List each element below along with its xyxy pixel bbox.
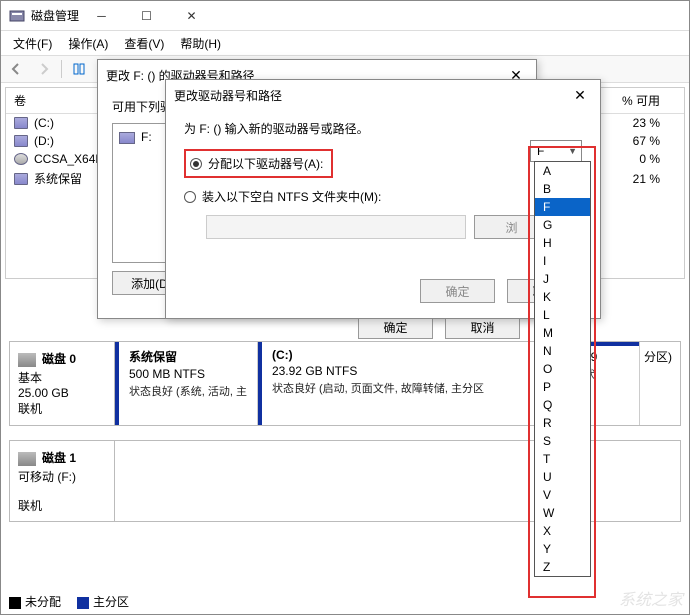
legend-swatch-primary [77, 597, 89, 609]
dropdown-item-O[interactable]: O [535, 360, 590, 378]
dropdown-item-B[interactable]: B [535, 180, 590, 198]
maximize-button[interactable]: ☐ [124, 1, 169, 30]
refresh-icon[interactable] [68, 58, 90, 80]
menu-view[interactable]: 查看(V) [118, 33, 170, 54]
dialog2-ok-button[interactable]: 确定 [420, 279, 495, 303]
dropdown-item-T[interactable]: T [535, 450, 590, 468]
dropdown-item-M[interactable]: M [535, 324, 590, 342]
watermark: 系统之家 [619, 586, 683, 610]
menubar: 文件(F) 操作(A) 查看(V) 帮助(H) [1, 31, 689, 55]
dropdown-item-Q[interactable]: Q [535, 396, 590, 414]
drive-icon [14, 117, 28, 129]
dropdown-item-U[interactable]: U [535, 468, 590, 486]
radio-assign-letter[interactable] [190, 158, 202, 170]
drive-letter-dropdown[interactable]: ABFGHIJKLMNOPQRSTUVWXYZ [534, 161, 591, 577]
dropdown-item-F[interactable]: F [535, 198, 590, 216]
partition-system-reserved[interactable]: 系统保留 500 MB NTFS 状态良好 (系统, 活动, 主 [115, 342, 258, 425]
dropdown-item-Y[interactable]: Y [535, 540, 590, 558]
partition-c[interactable]: (C:) 23.92 GB NTFS 状态良好 (启动, 页面文件, 故障转储,… [258, 342, 570, 425]
forward-button[interactable] [33, 58, 55, 80]
titlebar: 磁盘管理 ─ ☐ ✕ [1, 1, 689, 31]
menu-help[interactable]: 帮助(H) [174, 33, 227, 54]
menu-action[interactable]: 操作(A) [62, 33, 114, 54]
combo-value: F [537, 144, 544, 158]
disk-icon [18, 452, 36, 466]
drive-icon [14, 173, 28, 185]
dropdown-item-K[interactable]: K [535, 288, 590, 306]
drive-icon [14, 135, 28, 147]
disk-mgmt-icon [9, 8, 25, 24]
dropdown-item-S[interactable]: S [535, 432, 590, 450]
dropdown-item-J[interactable]: J [535, 270, 590, 288]
dropdown-item-H[interactable]: H [535, 234, 590, 252]
mount-path-input [206, 215, 466, 239]
assign-letter-highlight: 分配以下驱动器号(A): [184, 149, 333, 178]
drive-icon [119, 132, 135, 144]
back-button[interactable] [5, 58, 27, 80]
dropdown-item-L[interactable]: L [535, 306, 590, 324]
dropdown-item-G[interactable]: G [535, 216, 590, 234]
dialog2-close-icon[interactable]: ✕ [568, 87, 592, 104]
disk1-info[interactable]: 磁盘 1 可移动 (F:) 联机 [10, 441, 115, 521]
dropdown-item-P[interactable]: P [535, 378, 590, 396]
dropdown-item-I[interactable]: I [535, 252, 590, 270]
chevron-down-icon: ▼ [568, 146, 581, 156]
radio-mount-label: 装入以下空白 NTFS 文件夹中(M): [202, 188, 381, 205]
disk1-empty[interactable] [115, 441, 680, 521]
dropdown-item-X[interactable]: X [535, 522, 590, 540]
disk0-info[interactable]: 磁盘 0 基本 25.00 GB 联机 [10, 342, 115, 425]
dropdown-item-A[interactable]: A [535, 162, 590, 180]
menu-file[interactable]: 文件(F) [7, 33, 58, 54]
dialog2-title: 更改驱动器号和路径 [174, 87, 568, 104]
legend-swatch-unallocated [9, 597, 21, 609]
close-button[interactable]: ✕ [169, 1, 214, 30]
window-title: 磁盘管理 [31, 7, 79, 24]
dropdown-item-W[interactable]: W [535, 504, 590, 522]
disk-icon [18, 353, 36, 367]
partition-extra: 分区) [640, 342, 680, 425]
dropdown-item-R[interactable]: R [535, 414, 590, 432]
radio-mount-folder[interactable] [184, 191, 196, 203]
dialog2-prompt: 为 F: () 输入新的驱动器号或路径。 [184, 120, 582, 137]
dropdown-item-Z[interactable]: Z [535, 558, 590, 576]
dropdown-item-N[interactable]: N [535, 342, 590, 360]
cd-icon [14, 153, 28, 165]
radio-assign-label: 分配以下驱动器号(A): [208, 155, 323, 172]
minimize-button[interactable]: ─ [79, 1, 124, 30]
drive-letter-combo[interactable]: F ▼ [530, 140, 582, 162]
legend: 未分配 主分区 [9, 593, 129, 610]
dropdown-item-V[interactable]: V [535, 486, 590, 504]
